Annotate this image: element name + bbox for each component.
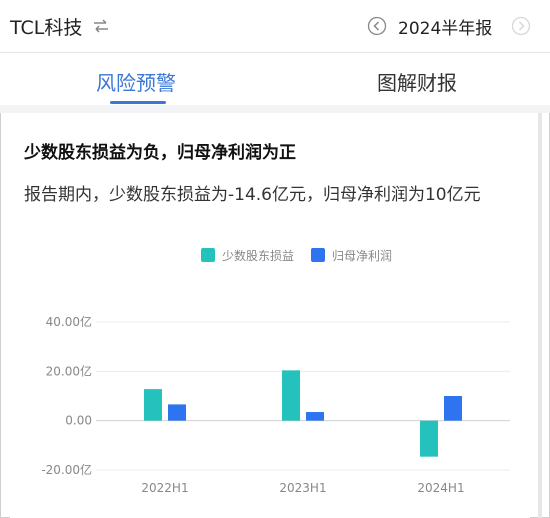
bar-chart: 40.00亿 20.00亿 0.00 -20.00亿 2022H1 2023H1 2024H… <box>41 314 510 495</box>
y-tick-label: 40.00亿 <box>46 314 92 329</box>
x-tick-label: 2022H1 <box>141 481 188 495</box>
bar-parent-2023H1[interactable] <box>306 412 324 421</box>
y-tick-label: -20.00亿 <box>41 462 92 477</box>
x-tick-label: 2023H1 <box>279 481 326 495</box>
x-tick-label: 2024H1 <box>417 481 464 495</box>
y-tick-label: 20.00亿 <box>46 363 92 378</box>
bar-minority-2024H1[interactable] <box>420 420 438 457</box>
bar-minority-2023H1[interactable] <box>282 370 300 421</box>
bar-parent-2022H1[interactable] <box>168 404 186 421</box>
y-tick-label: 0.00 <box>65 414 92 428</box>
bar-minority-2022H1[interactable] <box>144 389 162 421</box>
bar-parent-2024H1[interactable] <box>444 396 462 421</box>
